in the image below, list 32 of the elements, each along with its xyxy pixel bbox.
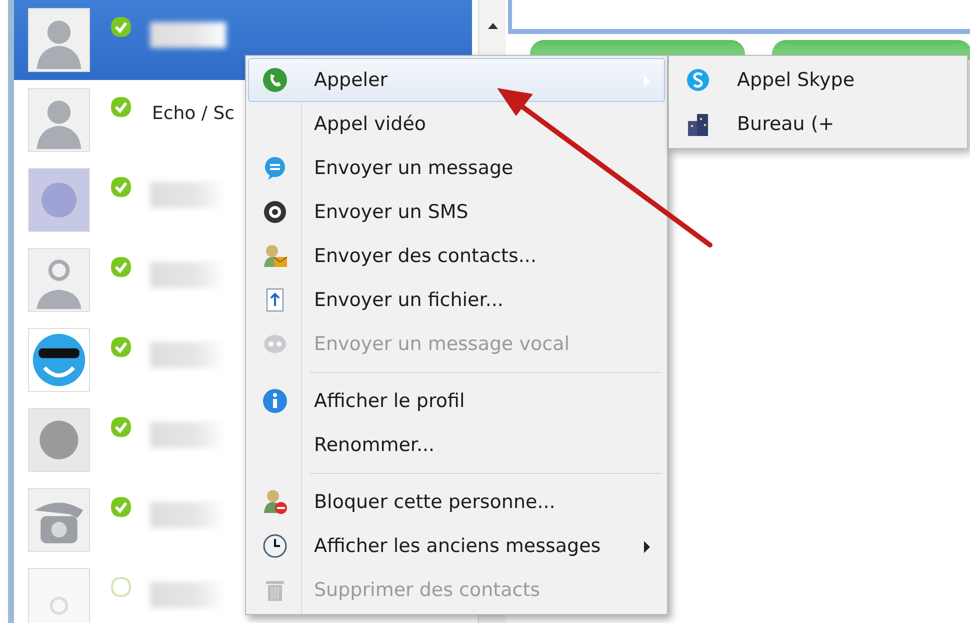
menu-item[interactable]: Envoyer un fichier...	[248, 278, 665, 322]
phone-icon	[262, 67, 288, 93]
avatar-icon	[28, 248, 90, 312]
menu-item[interactable]: Appel Skype	[671, 58, 965, 102]
contact-name: Echo / Sc	[152, 102, 235, 126]
block-user-icon	[262, 489, 288, 515]
building-icon	[685, 111, 711, 137]
avatar-icon	[28, 488, 90, 552]
avatar-icon	[28, 408, 90, 472]
menu-item[interactable]: Envoyer un message	[248, 146, 665, 190]
avatar-icon	[28, 88, 90, 152]
info-icon	[262, 388, 288, 414]
menu-item[interactable]: Renommer...	[248, 423, 665, 467]
menu-item[interactable]: Bureau (+	[671, 102, 965, 146]
contact-row[interactable]: Echo / Sc	[14, 80, 246, 160]
contact-row[interactable]	[14, 0, 246, 80]
chat-icon	[262, 155, 288, 181]
skype-logo-icon	[685, 67, 711, 93]
scroll-up-icon[interactable]	[487, 22, 499, 30]
menu-item[interactable]: Envoyer un SMS	[248, 190, 665, 234]
menu-item[interactable]: Afficher le profil	[248, 379, 665, 423]
menu-item[interactable]: Bloquer cette personne...	[248, 480, 665, 524]
menu-item[interactable]: Appeler	[248, 58, 665, 102]
avatar-icon	[28, 8, 90, 72]
sms-icon	[262, 199, 288, 225]
avatar-icon	[28, 168, 90, 232]
menu-item[interactable]: Appel vidéo	[248, 102, 665, 146]
menu-item[interactable]: Envoyer des contacts...	[248, 234, 665, 278]
avatar-icon	[28, 328, 90, 392]
contact-card-icon	[262, 243, 288, 269]
clock-icon	[262, 533, 288, 559]
menu-item[interactable]: Afficher les anciens messages	[248, 524, 665, 568]
